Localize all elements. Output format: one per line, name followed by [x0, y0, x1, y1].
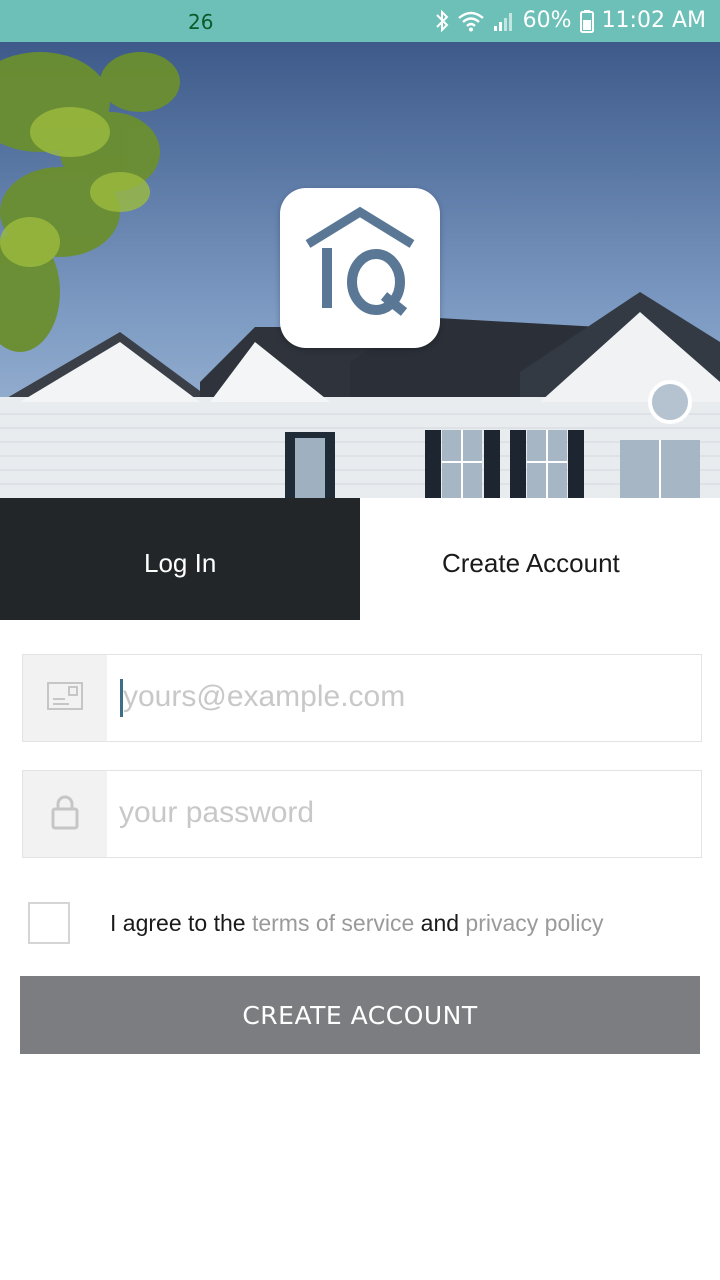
create-account-button[interactable]: CREATE ACCOUNT [20, 976, 700, 1054]
terms-and: and [420, 910, 460, 936]
lock-icon [51, 794, 79, 835]
bluetooth-icon [435, 9, 449, 33]
battery-percent: 60% [522, 8, 572, 33]
terms-prefix: I agree to the [110, 910, 246, 936]
status-bar: 26 60% 11:02 AM [0, 0, 720, 42]
iq-house-logo-icon [280, 188, 440, 348]
email-input[interactable] [123, 675, 683, 719]
terms-checkbox[interactable] [28, 902, 70, 944]
privacy-policy-link[interactable]: privacy policy [465, 910, 603, 936]
signal-icon [493, 10, 515, 32]
battery-icon [579, 9, 594, 33]
terms-checkbox-row[interactable]: I agree to the terms of service and priv… [28, 900, 668, 946]
terms-of-service-link[interactable]: terms of service [252, 910, 414, 936]
wifi-icon [457, 10, 485, 32]
status-notification: 26 [188, 10, 214, 34]
password-input[interactable] [119, 791, 679, 835]
status-time: 11:02 AM [601, 8, 706, 33]
tab-create-account-label: Create Account [442, 548, 620, 578]
tab-log-in-label: Log In [144, 548, 217, 578]
status-indicators: 60% 11:02 AM [435, 8, 706, 33]
password-field[interactable] [22, 770, 702, 858]
password-icon-box [23, 771, 107, 857]
email-icon-box [23, 655, 107, 741]
email-field[interactable] [22, 654, 702, 742]
terms-text: I agree to the terms of service and priv… [110, 910, 603, 937]
envelope-icon [47, 681, 83, 715]
